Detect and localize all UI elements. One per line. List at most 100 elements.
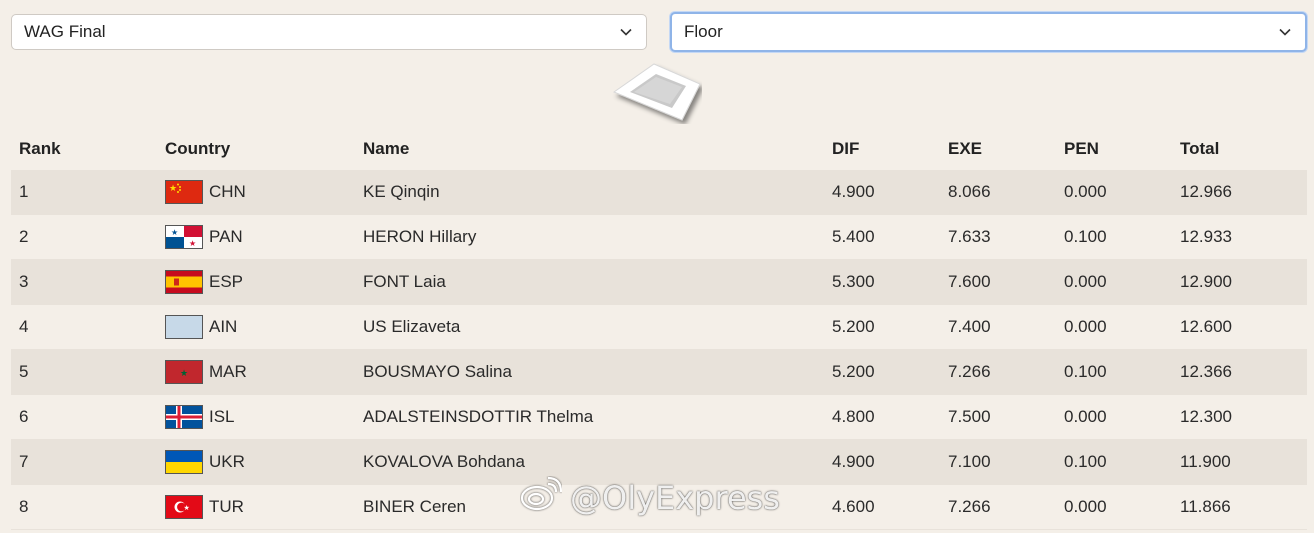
total-cell: 11.866: [1172, 484, 1307, 530]
header-name[interactable]: Name: [355, 128, 824, 170]
country: AIN: [165, 315, 355, 339]
country: UKR: [165, 450, 355, 474]
country-cell: ★ TUR: [157, 484, 355, 530]
flag-esp-icon: [165, 270, 203, 294]
watermark: @OlyExpress: [520, 476, 780, 518]
country-code: ESP: [209, 272, 244, 291]
exe-cell: 7.266: [940, 484, 1056, 530]
country-cell: ESP: [157, 259, 355, 305]
exe-cell: 7.266: [940, 349, 1056, 395]
results-table: Rank Country Name DIF EXE PEN Total 1 ★ CH…: [11, 128, 1307, 530]
country-code: TUR: [209, 497, 244, 516]
exe-cell: 7.633: [940, 214, 1056, 260]
table-row[interactable]: 1 ★ CHN KE Qinqin 4.900 8.066 0.000 12.966: [11, 170, 1307, 215]
pen-cell: 0.100: [1056, 349, 1172, 395]
total-cell: 12.600: [1172, 304, 1307, 350]
dif-cell: 4.800: [824, 394, 940, 440]
exe-cell: 7.500: [940, 394, 1056, 440]
dif-cell: 5.200: [824, 349, 940, 395]
svg-text:★: ★: [171, 228, 178, 237]
header-total[interactable]: Total: [1172, 128, 1307, 170]
table-row[interactable]: 5 ★ MAR BOUSMAYO Salina 5.200 7.266 0.100 12.36…: [11, 349, 1307, 395]
table-row[interactable]: 2 ★ ★ PAN HERON Hillary 5.400 7.633 0.100 12.933: [11, 214, 1307, 260]
pen-cell: 0.000: [1056, 304, 1172, 350]
rank-cell: 8: [11, 484, 157, 530]
header-country[interactable]: Country: [157, 128, 355, 170]
name-cell: US Elizaveta: [355, 304, 824, 350]
dif-cell: 4.600: [824, 484, 940, 530]
floor-mat-icon: [612, 62, 702, 124]
country: ESP: [165, 270, 355, 294]
exe-cell: 7.400: [940, 304, 1056, 350]
rank-cell: 1: [11, 170, 157, 215]
flag-isl-icon: [165, 405, 203, 429]
country: ISL: [165, 405, 355, 429]
country-cell: ISL: [157, 394, 355, 440]
country: ★ CHN: [165, 180, 355, 204]
flag-ain-icon: [165, 315, 203, 339]
watermark-text: @OlyExpress: [570, 479, 780, 517]
country-cell: ★ CHN: [157, 170, 355, 215]
name-cell: FONT Laia: [355, 259, 824, 305]
competition-select[interactable]: WAG Final: [11, 14, 647, 50]
total-cell: 11.900: [1172, 439, 1307, 485]
flag-chn-icon: ★: [165, 180, 203, 204]
pen-cell: 0.100: [1056, 214, 1172, 260]
dif-cell: 5.200: [824, 304, 940, 350]
country-code: ISL: [209, 407, 235, 426]
rank-cell: 7: [11, 439, 157, 485]
flag-pan-icon: ★ ★: [165, 225, 203, 249]
rank-cell: 2: [11, 214, 157, 260]
name-cell: KE Qinqin: [355, 170, 824, 215]
country-cell: ★ ★ PAN: [157, 214, 355, 260]
name-cell: ADALSTEINSDOTTIR Thelma: [355, 394, 824, 440]
country: ★ ★ PAN: [165, 225, 355, 249]
rank-cell: 5: [11, 349, 157, 395]
country-code: PAN: [209, 227, 243, 246]
pen-cell: 0.000: [1056, 259, 1172, 305]
svg-text:★: ★: [180, 369, 188, 379]
header-pen[interactable]: PEN: [1056, 128, 1172, 170]
flag-ukr-icon: [165, 450, 203, 474]
country-code: CHN: [209, 182, 246, 201]
header-rank[interactable]: Rank: [11, 128, 157, 170]
country-code: MAR: [209, 362, 247, 381]
svg-text:★: ★: [184, 504, 190, 512]
apparatus-select-value: Floor: [684, 22, 723, 41]
pen-cell: 0.100: [1056, 439, 1172, 485]
rank-cell: 6: [11, 394, 157, 440]
exe-cell: 7.600: [940, 259, 1056, 305]
svg-text:★: ★: [169, 184, 177, 194]
competition-select-value: WAG Final: [24, 22, 106, 41]
dif-cell: 5.400: [824, 214, 940, 260]
exe-cell: 7.100: [940, 439, 1056, 485]
name-cell: BOUSMAYO Salina: [355, 349, 824, 395]
country-cell: AIN: [157, 304, 355, 350]
country-code: AIN: [209, 317, 238, 336]
table-row[interactable]: 6 ISL ADALSTEINSDOTTIR Thelma 4.800 7.500 0.0…: [11, 394, 1307, 440]
chevron-down-icon: [1277, 24, 1293, 40]
name-cell: HERON Hillary: [355, 214, 824, 260]
table-row[interactable]: 3 ESP FONT Laia 5.300 7.600 0.000 12.900: [11, 259, 1307, 305]
total-cell: 12.966: [1172, 170, 1307, 215]
svg-text:★: ★: [189, 239, 196, 248]
chevron-down-icon: [618, 24, 634, 40]
pen-cell: 0.000: [1056, 394, 1172, 440]
dif-cell: 4.900: [824, 170, 940, 215]
rank-cell: 4: [11, 304, 157, 350]
apparatus-select[interactable]: Floor: [670, 12, 1307, 52]
dif-cell: 5.300: [824, 259, 940, 305]
table-row[interactable]: 4 AIN US Elizaveta 5.200 7.400 0.000 12.600: [11, 304, 1307, 350]
total-cell: 12.300: [1172, 394, 1307, 440]
country-cell: UKR: [157, 439, 355, 485]
country: ★ MAR: [165, 360, 355, 384]
header-exe[interactable]: EXE: [940, 128, 1056, 170]
country-cell: ★ MAR: [157, 349, 355, 395]
total-cell: 12.933: [1172, 214, 1307, 260]
table-header-row: Rank Country Name DIF EXE PEN Total: [11, 128, 1307, 170]
country-code: UKR: [209, 452, 245, 471]
header-dif[interactable]: DIF: [824, 128, 940, 170]
country: ★ TUR: [165, 495, 355, 519]
dif-cell: 4.900: [824, 439, 940, 485]
pen-cell: 0.000: [1056, 484, 1172, 530]
